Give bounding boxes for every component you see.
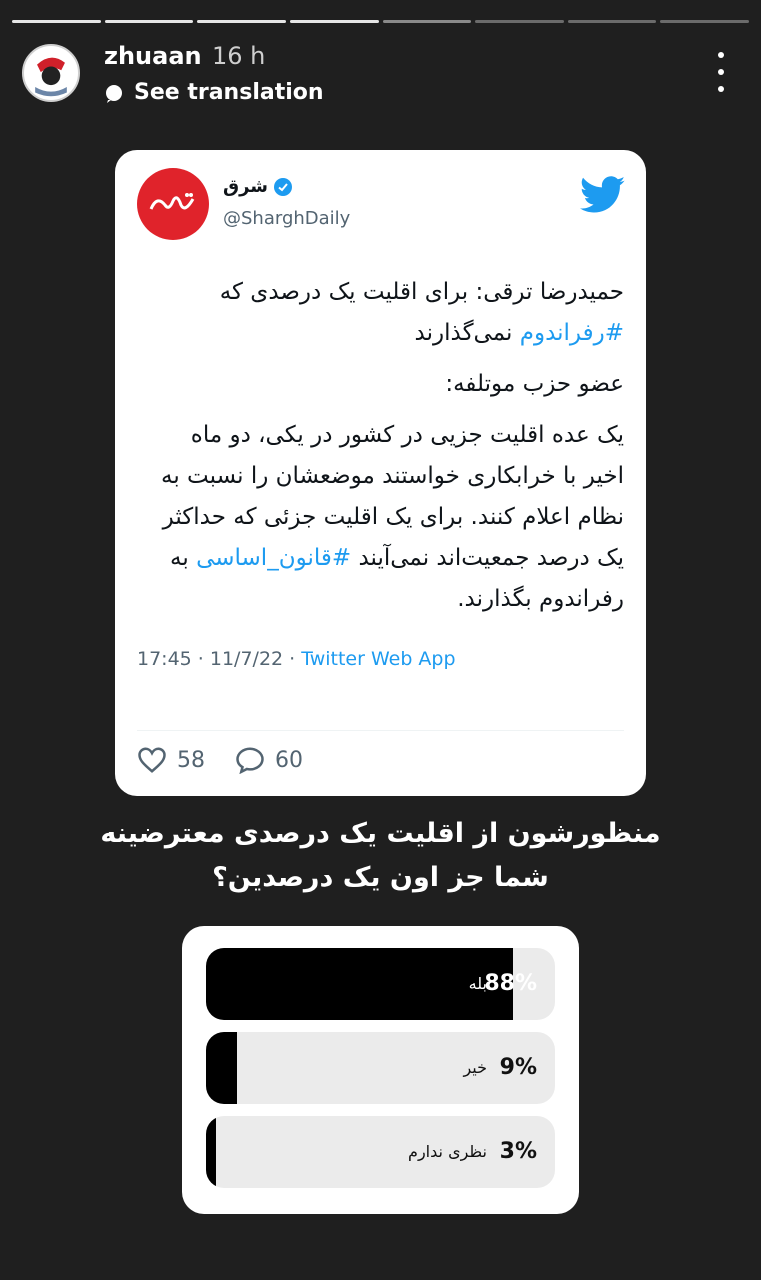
progress-segment: [567, 20, 657, 23]
like-count: 58: [177, 747, 205, 773]
tweet-paragraph: حمیدرضا ترقی: برای اقلیت یک درصدی که #رف…: [151, 272, 624, 354]
tweet-body: حمیدرضا ترقی: برای اقلیت یک درصدی که #رف…: [151, 272, 624, 630]
progress-segment: [12, 20, 101, 23]
progress-segment: [289, 20, 379, 23]
tweet-display-name: شرق: [223, 176, 268, 197]
story-header: zhuaan 16 h See translation: [22, 40, 739, 110]
progress-segment: [660, 20, 749, 23]
story-progress-bar: [12, 20, 749, 23]
poll-result-bar: [206, 1116, 217, 1188]
tweet-card[interactable]: شرق @SharghDaily حمیدرضا ترقی: برای اقلی…: [115, 150, 646, 796]
translate-icon: [106, 84, 122, 103]
poll-result-bar: [206, 948, 514, 1020]
tweet-metadata: 17:45 · 11/7/22 · Twitter Web App: [137, 648, 456, 670]
reply-count: 60: [275, 747, 303, 773]
post-time: 16 h: [212, 42, 266, 70]
progress-segment: [382, 20, 472, 23]
avatar-illustration-icon: [25, 47, 77, 99]
shargh-logo-icon: [149, 193, 195, 210]
hashtag-link[interactable]: #قانون_اساسی: [196, 545, 351, 571]
tweet-author-name[interactable]: شرق: [223, 176, 292, 197]
see-translation-label: See translation: [134, 80, 324, 105]
poll-result-bar: [206, 1032, 238, 1104]
poll-option-no[interactable]: خیر 9%: [206, 1032, 555, 1104]
poll-option-percent: 88%: [484, 971, 537, 996]
poll-option-percent: 3%: [499, 1139, 537, 1164]
tweet-paragraph: یک عده اقلیت جزیی در کشور در یکی، دو ماه…: [151, 415, 624, 620]
avatar[interactable]: [22, 44, 80, 102]
shargh-logo-avatar: [137, 168, 209, 240]
poll-sticker: بله 88% خیر 9% نظری ندارم 3%: [182, 926, 579, 1214]
poll-option-percent: 9%: [499, 1055, 537, 1080]
divider: [137, 730, 624, 731]
story-question-text: منظورشون از اقلیت یک درصدی معترضینه شما …: [100, 818, 661, 893]
reply-bubble-icon: [236, 747, 264, 774]
heart-icon: [138, 747, 166, 773]
poll-option-yes[interactable]: بله 88%: [206, 948, 555, 1020]
twitter-bird-icon: [580, 176, 626, 213]
poll-option-label: نظری ندارم: [408, 1142, 487, 1161]
tweet-paragraph-text: نمی‌گذارند: [414, 320, 520, 346]
tweet-handle[interactable]: @SharghDaily: [223, 208, 350, 229]
tweet-paragraph-text: حمیدرضا ترقی: برای اقلیت یک درصدی که: [219, 279, 624, 305]
poll-option-label: خیر: [463, 1058, 487, 1077]
tweet-source-link[interactable]: Twitter Web App: [301, 648, 455, 670]
tweet-timestamp[interactable]: 17:45 · 11/7/22 ·: [137, 648, 301, 670]
poll-option-no-opinion[interactable]: نظری ندارم 3%: [206, 1116, 555, 1188]
tweet-paragraph: عضو حزب موتلفه:: [151, 364, 624, 405]
more-vertical-icon[interactable]: [711, 52, 731, 92]
see-translation-button[interactable]: See translation: [104, 80, 324, 105]
tweet-actions: 58 60: [137, 746, 303, 774]
progress-segment: [104, 20, 194, 23]
verified-badge-icon: [274, 177, 292, 196]
username[interactable]: zhuaan: [104, 42, 202, 70]
reply-button[interactable]: 60: [235, 746, 303, 774]
like-button[interactable]: 58: [137, 746, 205, 774]
hashtag-link[interactable]: #رفراندوم: [520, 320, 624, 346]
progress-segment: [475, 20, 564, 23]
progress-segment: [197, 20, 286, 23]
tweet-paragraph-text: عضو حزب موتلفه:: [445, 371, 624, 397]
